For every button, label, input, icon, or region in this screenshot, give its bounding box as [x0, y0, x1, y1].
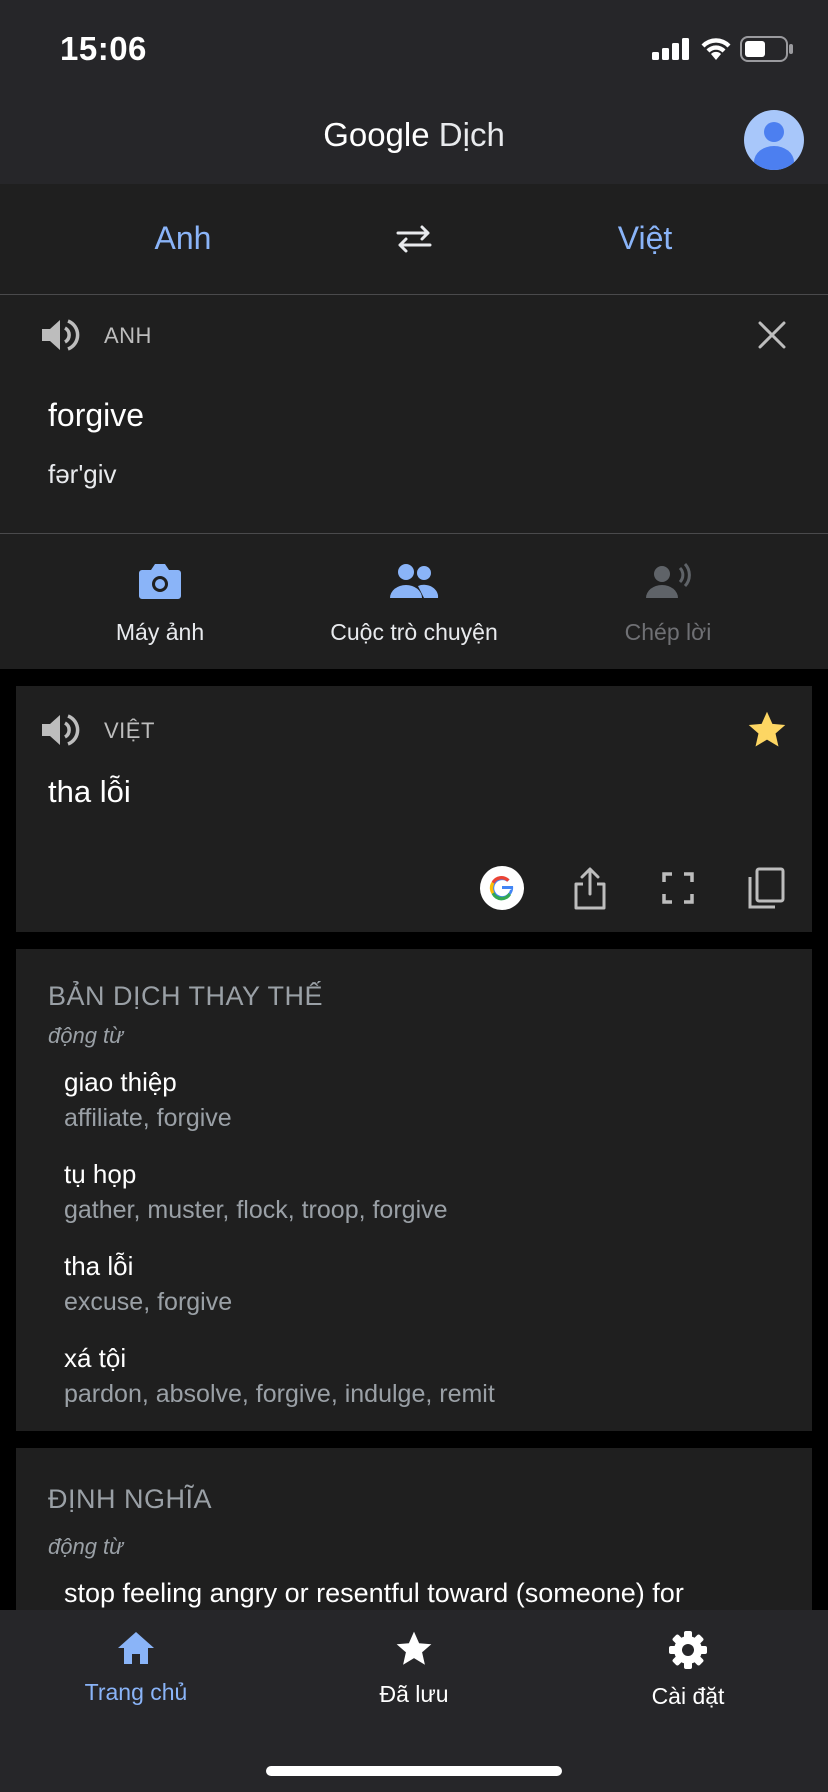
bottom-navigation: Trang chủ Đã lưu Cài đặt [0, 1610, 828, 1792]
transcribe-label: Chép lời [624, 619, 712, 645]
copy-icon [748, 867, 785, 909]
part-of-speech: động từ [48, 1534, 124, 1559]
source-phonetic: fər'giv [48, 459, 117, 489]
alternatives-title: BẢN DỊCH THAY THẾ [48, 981, 324, 1011]
google-icon [480, 866, 524, 910]
transcribe-button[interactable]: Chép lời [538, 562, 798, 646]
nav-saved[interactable]: Đã lưu [314, 1630, 514, 1708]
language-bar: Anh Việt [0, 184, 828, 295]
target-language-button[interactable]: Việt [462, 220, 828, 257]
account-avatar[interactable] [744, 110, 804, 170]
definition-text: stop feeling angry or resentful toward (… [64, 1578, 684, 1608]
star-icon [396, 1631, 432, 1665]
speaker-icon[interactable] [40, 710, 80, 750]
translation-result-card: VIỆT tha lỗi [16, 686, 812, 932]
source-text: forgive [48, 397, 145, 433]
speaker-icon[interactable] [40, 315, 80, 355]
wifi-icon [701, 38, 731, 60]
part-of-speech: động từ [48, 1023, 124, 1048]
list-item[interactable]: xá tội pardon, absolve, forgive, indulge… [64, 1343, 495, 1409]
gear-icon [669, 1631, 707, 1669]
source-language-button[interactable]: Anh [0, 220, 366, 257]
definitions-title: ĐỊNH NGHĨA [48, 1484, 213, 1514]
clear-icon[interactable] [756, 319, 788, 351]
source-input-panel[interactable]: ANH forgive fər'giv [0, 295, 828, 534]
fullscreen-button[interactable] [654, 864, 702, 912]
app-title: Google Dịch [323, 116, 505, 153]
list-item[interactable]: giao thiệp affiliate, forgive [64, 1067, 232, 1133]
nav-settings[interactable]: Cài đặt [588, 1630, 788, 1710]
status-bar: 15:06 [0, 0, 828, 92]
battery-icon [740, 36, 793, 62]
conversation-label: Cuộc trò chuyện [330, 619, 498, 645]
list-item[interactable]: tha lỗi excuse, forgive [64, 1251, 232, 1317]
transcribe-icon [646, 562, 691, 598]
source-language-label: ANH [104, 323, 152, 348]
translated-text: tha lỗi [48, 774, 131, 809]
conversation-icon [390, 564, 439, 598]
account-icon [754, 122, 794, 170]
home-indicator [266, 1766, 562, 1776]
conversation-button[interactable]: Cuộc trò chuyện [284, 562, 544, 646]
fullscreen-icon [662, 872, 694, 904]
nav-settings-label: Cài đặt [651, 1683, 725, 1709]
alternative-translations-card: BẢN DỊCH THAY THẾ động từ giao thiệp aff… [16, 949, 812, 1431]
share-icon [574, 867, 606, 910]
copy-button[interactable] [742, 864, 790, 912]
list-item[interactable]: tụ họp gather, muster, flock, troop, for… [64, 1159, 448, 1225]
input-tools-bar: Máy ảnh Cuộc trò chuyện Chép lời [0, 534, 828, 669]
app-header: Google Dịch [0, 92, 828, 184]
nav-home-label: Trang chủ [84, 1679, 188, 1705]
swap-languages-icon[interactable] [394, 224, 434, 254]
star-icon[interactable] [746, 710, 788, 750]
nav-home[interactable]: Trang chủ [36, 1630, 236, 1706]
nav-saved-label: Đã lưu [379, 1681, 449, 1707]
status-time: 15:06 [60, 30, 147, 67]
camera-icon [139, 564, 181, 599]
camera-button[interactable]: Máy ảnh [30, 562, 290, 646]
home-icon [118, 1632, 154, 1664]
target-language-label: VIỆT [104, 718, 155, 743]
google-search-button[interactable] [478, 864, 526, 912]
camera-label: Máy ảnh [115, 619, 205, 645]
cellular-signal-icon [652, 38, 689, 60]
share-button[interactable] [566, 864, 614, 912]
